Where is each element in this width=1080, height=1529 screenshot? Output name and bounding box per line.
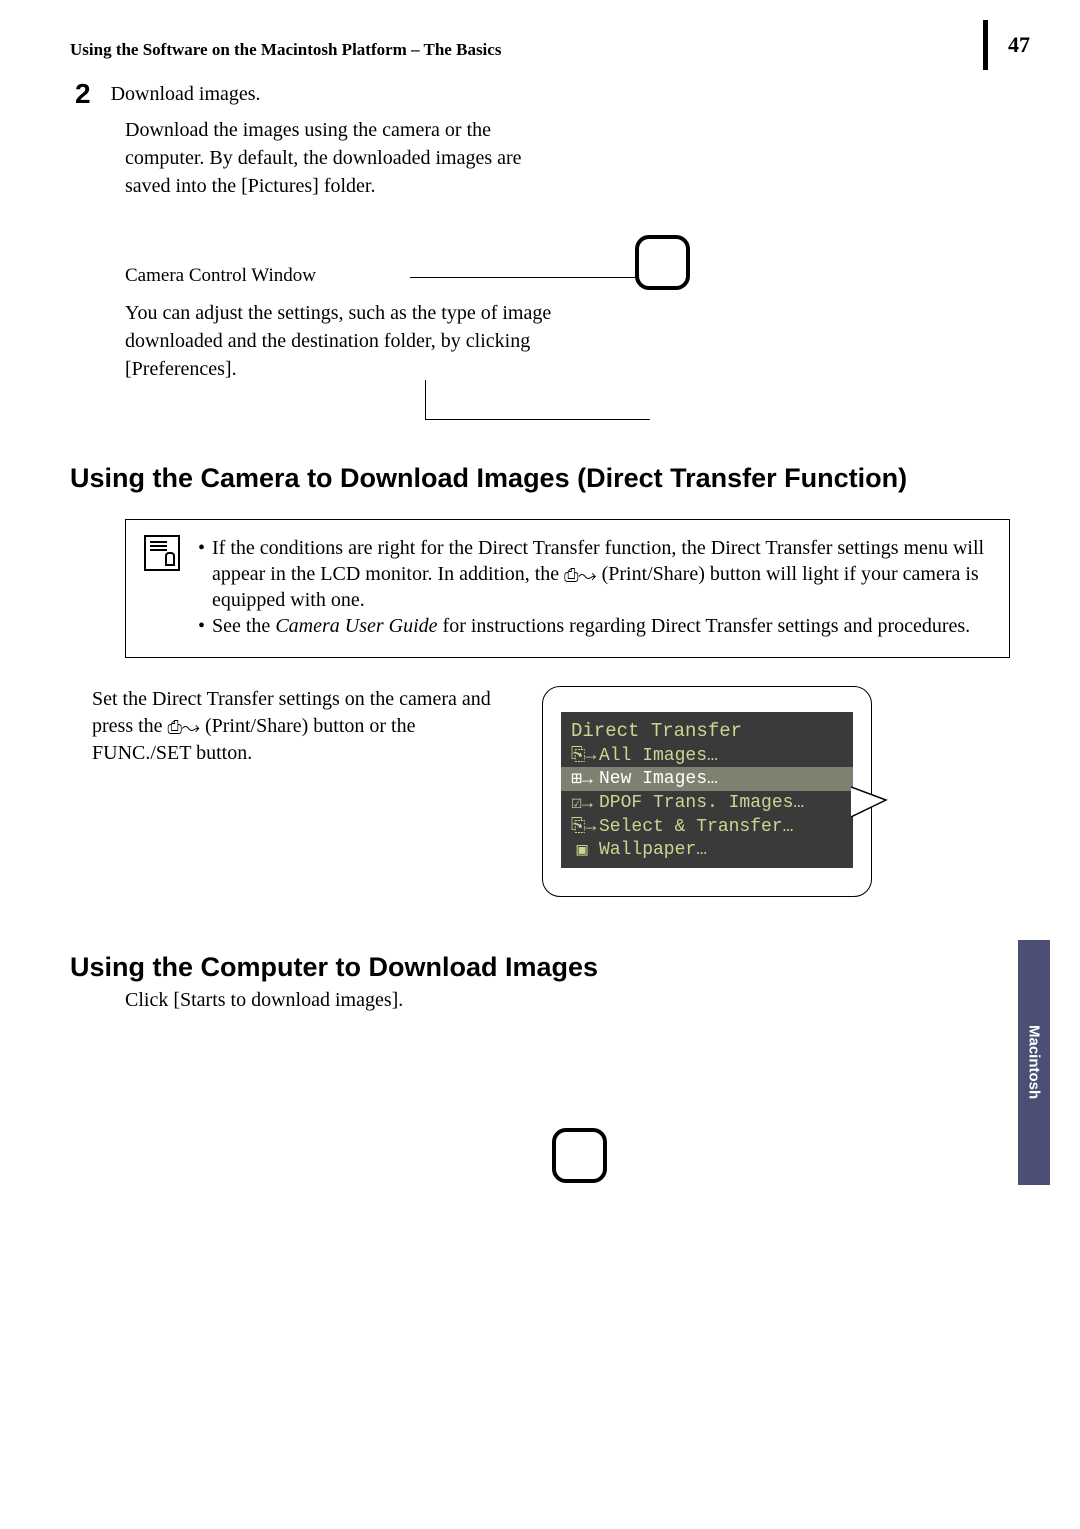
lcd-menu-item: ⎘→ All Images… [561,744,853,767]
page-number: 47 [1008,32,1030,58]
lcd-item-icon: ⎘→ [571,745,593,766]
lcd-item-label: New Images… [599,769,718,789]
section-heading-computer-download: Using the Computer to Download Images [70,952,1010,983]
section-heading-direct-transfer: Using the Camera to Download Images (Dir… [70,463,1010,494]
speech-bubble-tail-icon [851,782,889,822]
step-body: Download the images using the camera or … [125,116,555,200]
page-header-title: Using the Software on the Macintosh Plat… [70,40,501,60]
print-share-icon: ⎙↝ [168,715,200,739]
note-box: If the conditions are right for the Dire… [125,519,1010,658]
callout-box-icon [635,235,690,290]
side-tab-macintosh: Macintosh [1018,940,1050,1185]
lcd-screen: Direct Transfer ⎘→ All Images… ⊞→ New Image… [561,712,853,868]
page-number-wrap: 47 [983,20,1030,70]
lcd-item-label: Select & Transfer… [599,817,793,837]
lcd-item-icon: ⊞→ [571,768,593,790]
print-share-icon: ⎙↝ [564,564,596,587]
lcd-menu-item: ▣ Wallpaper… [561,838,853,862]
lcd-menu-item: ⊞→ New Images… [561,767,853,791]
lcd-menu-item: ☑→ DPOF Trans. Images… [561,791,853,815]
transfer-instruction-text: Set the Direct Transfer settings on the … [92,686,512,897]
lcd-menu-item: ⎘→ Select & Transfer… [561,815,853,838]
callout-line [425,380,426,420]
step-title: Download images. [111,83,261,106]
lcd-item-icon: ☑→ [571,792,593,814]
callout-line [410,277,635,278]
lcd-item-label: DPOF Trans. Images… [599,793,804,813]
lcd-item-icon: ▣ [571,839,593,861]
camera-control-text: You can adjust the settings, such as the… [125,299,555,383]
lcd-item-label: All Images… [599,746,718,766]
step-number: 2 [75,80,91,108]
callout-box-icon [552,1128,607,1183]
lcd-item-icon: ⎘→ [571,816,593,837]
lcd-item-label: Wallpaper… [599,840,707,860]
camera-control-label: Camera Control Window [125,265,1010,287]
callout-line [425,419,650,420]
note-bullet-2: See the Camera User Guide for instructio… [198,613,991,639]
note-bullet-1: If the conditions are right for the Dire… [198,535,991,613]
document-note-icon [144,535,180,571]
lcd-menu-title: Direct Transfer [561,718,853,744]
click-instruction-text: Click [Starts to download images]. [125,989,1010,1012]
lcd-screen-outline: Direct Transfer ⎘→ All Images… ⊞→ New Image… [542,686,872,897]
